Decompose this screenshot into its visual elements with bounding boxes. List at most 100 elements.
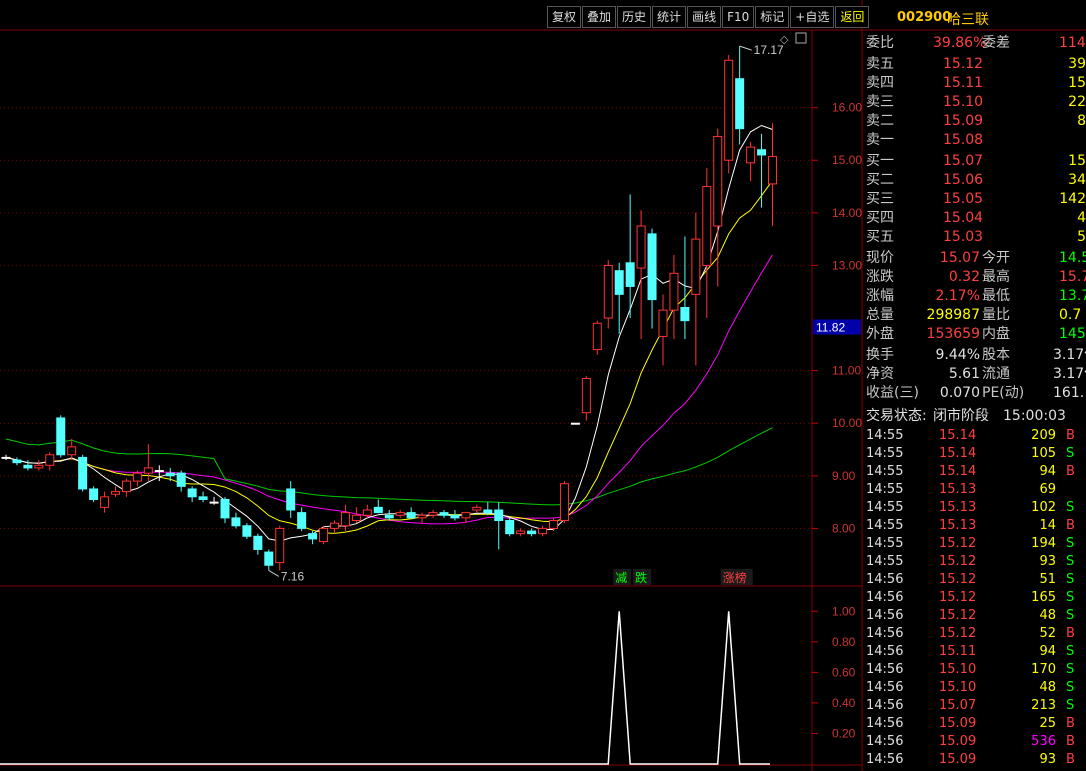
- trade-row: 14:56 15.12 48 S: [863, 607, 1086, 625]
- candle-body: [275, 527, 285, 564]
- stock-code[interactable]: 002900: [897, 10, 951, 25]
- bid-label: 买五: [866, 229, 894, 245]
- trade-status: 交易状态: 闭市阶段 15:00:03: [863, 406, 1086, 426]
- toolbar-button-5[interactable]: F10: [722, 6, 755, 28]
- candle-body: [757, 149, 767, 156]
- candle-body: [56, 417, 66, 456]
- toolbar-button-3[interactable]: 统计: [652, 6, 687, 28]
- ask-volume: 22: [1068, 94, 1086, 110]
- stat-value: 2.17%: [935, 288, 980, 304]
- bid-price: 15.06: [943, 172, 984, 188]
- trade-price: 15.09: [939, 752, 977, 767]
- tag-label: 减: [615, 571, 627, 585]
- trade-direction: S: [1066, 590, 1075, 605]
- trade-time: 14:56: [866, 680, 904, 695]
- bid-row: 买三 15.05 142: [863, 190, 1086, 209]
- candle-body: [373, 506, 383, 514]
- candle-body: [330, 522, 339, 529]
- trade-row: 14:56 15.12 165 S: [863, 589, 1086, 607]
- candle-body: [253, 535, 263, 550]
- order-ratio-value: 39.86%: [933, 35, 987, 51]
- stat-label: 总量: [866, 307, 894, 323]
- candle-body: [264, 551, 274, 566]
- trade-volume: 213: [1031, 698, 1056, 713]
- candle-body: [669, 272, 679, 311]
- toolbar-button-6[interactable]: 标记: [755, 6, 790, 28]
- price-axis: 16.00 15.00 14.00 13.00 11.00 10.00 9.00 8.00 11…: [780, 32, 862, 535]
- ask-label: 卖三: [866, 94, 894, 110]
- moving-average-lines: [5, 124, 773, 542]
- trade-volume: 52: [1039, 626, 1056, 641]
- candle-body: [1, 456, 11, 459]
- candle-body: [111, 491, 120, 495]
- trade-time: 14:55: [866, 536, 904, 551]
- trade-price: 15.13: [939, 482, 977, 497]
- stat2-value: 0.070: [939, 385, 980, 401]
- candle-body: [647, 233, 657, 301]
- stat2-value2: 161.: [1053, 385, 1085, 401]
- trade-time: 14:56: [866, 590, 904, 605]
- candle-body: [132, 472, 142, 482]
- candle-body: [165, 472, 175, 477]
- candle-body: [231, 517, 241, 527]
- trade-row: 14:56 15.10 170 S: [863, 661, 1086, 679]
- candle-body: [176, 472, 186, 487]
- candle-body: [768, 156, 777, 185]
- trade-volume: 93: [1039, 752, 1056, 767]
- candle-body: [724, 59, 734, 161]
- trade-row: 14:55 15.13 102 S: [863, 499, 1086, 517]
- trade-price: 15.13: [939, 518, 977, 533]
- trade-row: 14:55 15.14 94 B: [863, 463, 1086, 481]
- stock-name[interactable]: 哈三联: [947, 9, 989, 29]
- indicator-tick-label: 0.40: [832, 696, 856, 710]
- trade-time: 14:56: [866, 716, 904, 731]
- candle-body: [746, 146, 756, 164]
- candle-body: [417, 514, 427, 519]
- toolbar-button-7[interactable]: +自选: [790, 6, 835, 28]
- trade-volume: 93: [1039, 554, 1056, 569]
- price-tick-label: 9.00: [832, 469, 856, 483]
- candle-body: [592, 322, 602, 351]
- toolbar-button-0[interactable]: 复权: [547, 6, 582, 28]
- trade-row: 14:55 15.12 194 S: [863, 535, 1086, 553]
- order-diff-value: 114: [1059, 35, 1086, 51]
- ma60-line: [5, 427, 773, 506]
- toolbar-button-4[interactable]: 画线: [687, 6, 722, 28]
- trade-direction: S: [1066, 662, 1075, 677]
- bid-price: 15.04: [943, 210, 984, 226]
- candle-body: [351, 514, 361, 522]
- stat2-value: 9.44%: [935, 347, 980, 363]
- candle-body: [581, 378, 591, 414]
- candle-body: [395, 512, 405, 516]
- candle-body: [549, 520, 558, 529]
- candle-body: [308, 533, 318, 540]
- ask-price: 15.09: [943, 113, 984, 129]
- toolbar-button-2[interactable]: 历史: [617, 6, 652, 28]
- candle-body: [362, 509, 372, 516]
- price-tick-label: 14.00: [832, 206, 862, 220]
- bid-price: 15.07: [943, 153, 984, 169]
- stock-header: 002900 哈三联: [863, 10, 1086, 30]
- trade-time: 14:56: [866, 644, 904, 659]
- toolbar-button-1[interactable]: 叠加: [582, 6, 617, 28]
- stat2-label2: 流通: [982, 366, 1010, 382]
- stat-row: 涨幅 2.17% 最低 13.7: [863, 287, 1086, 306]
- candle-body: [505, 520, 515, 535]
- stat-label: 涨幅: [866, 288, 894, 304]
- candle-body: [527, 530, 537, 535]
- ma5-line: [5, 124, 773, 542]
- candle-body: [691, 238, 701, 295]
- restore-icon: [795, 32, 807, 44]
- trade-direction: S: [1066, 500, 1075, 515]
- candle-body: [570, 422, 580, 425]
- tag-label: 涨榜: [723, 570, 747, 585]
- trade-price: 15.13: [939, 500, 977, 515]
- indicator-tick-label: 0.20: [832, 726, 856, 740]
- trade-time: 14:55: [866, 500, 904, 515]
- trade-direction: B: [1066, 428, 1075, 443]
- trade-time: 14:55: [866, 428, 904, 443]
- ask-price: 15.12: [943, 56, 984, 72]
- candle-body: [516, 530, 526, 535]
- stat-label2: 今开: [982, 250, 1010, 266]
- trade-volume: 536: [1031, 734, 1056, 749]
